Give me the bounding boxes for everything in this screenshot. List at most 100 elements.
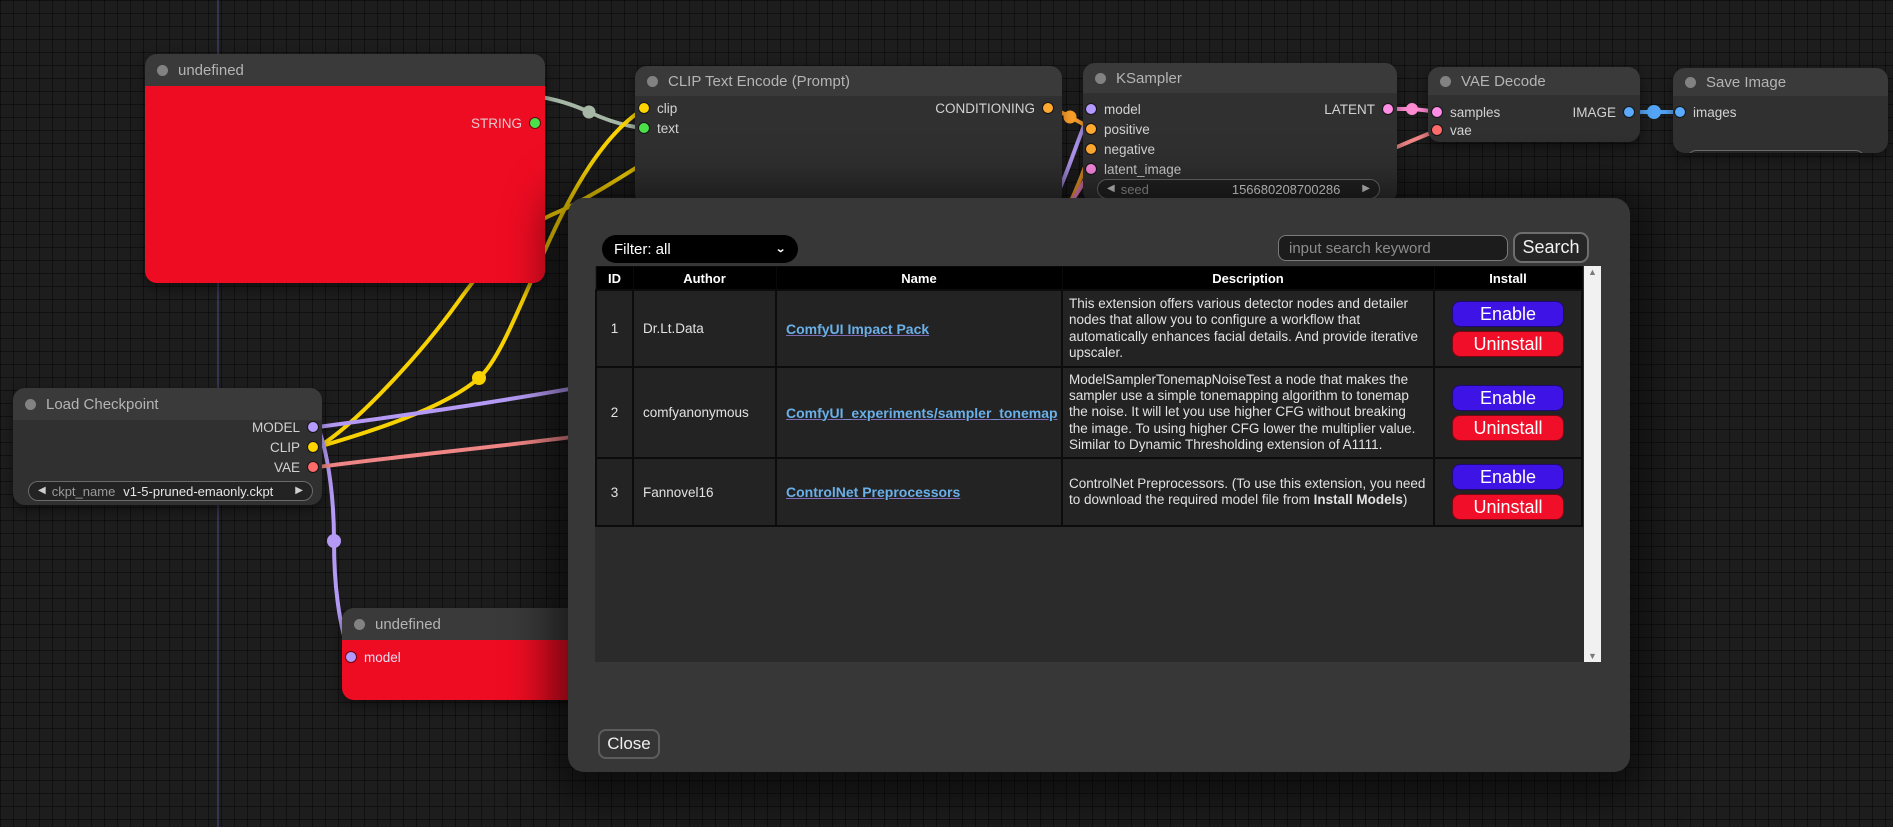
output-dot-clip[interactable] (308, 442, 318, 452)
increment-icon[interactable]: ▶ (1362, 184, 1370, 194)
node-title: KSampler (1116, 70, 1182, 87)
search-input[interactable] (1278, 235, 1508, 261)
input-dot-samples[interactable] (1432, 107, 1442, 117)
extension-link[interactable]: ControlNet Preprocessors (786, 484, 960, 500)
node-undefined-top[interactable]: undefined STRING (145, 54, 545, 283)
node-header[interactable]: undefined (145, 54, 545, 86)
input-dot-latent-image[interactable] (1086, 164, 1096, 174)
output-dot-model[interactable] (308, 422, 318, 432)
output-dot-string[interactable] (530, 118, 540, 128)
filter-select[interactable]: Filter: all ⌄ (602, 235, 798, 263)
decrement-icon[interactable]: ◀ (38, 486, 46, 496)
ckpt-name-widget[interactable]: ◀ ckpt_name v1-5-pruned-emaonly.ckpt ▶ (28, 481, 313, 501)
collapse-dot-icon[interactable] (1685, 77, 1696, 88)
output-label: CLIP (270, 440, 300, 455)
input-label: images (1693, 105, 1737, 120)
node-header[interactable]: Load Checkpoint (13, 388, 322, 420)
node-title: undefined (178, 62, 244, 79)
chevron-down-icon: ⌄ (775, 243, 786, 256)
node-title: CLIP Text Encode (Prompt) (668, 73, 850, 90)
node-vae-decode[interactable]: VAE Decode samples vae IMAGE (1428, 67, 1640, 142)
node-header[interactable]: Save Image (1673, 68, 1888, 96)
input-dot-clip[interactable] (639, 103, 649, 113)
uninstall-button[interactable]: Uninstall (1452, 415, 1564, 441)
col-header-author: Author (633, 267, 776, 291)
reroute-dot-blue[interactable] (1647, 105, 1661, 119)
output-label: CONDITIONING (935, 101, 1035, 116)
input-dot-positive[interactable] (1086, 124, 1096, 134)
node-body: model positive negative latent_image LAT… (1083, 93, 1397, 203)
search-button[interactable]: Search (1513, 232, 1589, 263)
input-dot-model[interactable] (1086, 104, 1096, 114)
node-header[interactable]: VAE Decode (1428, 67, 1640, 95)
widget-label: filename_prefix (1703, 152, 1791, 153)
collapse-dot-icon[interactable] (25, 399, 36, 410)
extension-author: Dr.Lt.Data (633, 290, 776, 367)
table-header-row: ID Author Name Description Install (596, 267, 1582, 291)
node-save-image[interactable]: Save Image images filename_prefix ComfyU… (1673, 68, 1888, 153)
input-label: latent_image (1104, 162, 1181, 177)
extension-install-cell: Enable Uninstall (1434, 367, 1582, 458)
collapse-dot-icon[interactable] (1095, 73, 1106, 84)
reroute-dot-gray[interactable] (583, 106, 596, 119)
input-label: model (364, 650, 401, 665)
collapse-dot-icon[interactable] (1440, 76, 1451, 87)
table-scrollbar[interactable]: ▲ ▼ (1584, 266, 1601, 662)
extension-description: This extension offers various detector n… (1062, 290, 1434, 367)
widget-label: seed (1121, 182, 1149, 197)
uninstall-button[interactable]: Uninstall (1452, 331, 1564, 357)
filename-prefix-widget[interactable]: filename_prefix ComfyUI (1687, 150, 1865, 153)
enable-button[interactable]: Enable (1452, 301, 1564, 327)
output-label: VAE (274, 460, 300, 475)
extension-install-cell: Enable Uninstall (1434, 458, 1582, 526)
extensions-scroll-area[interactable]: ID Author Name Description Install 1Dr.L… (595, 266, 1601, 662)
input-dot-negative[interactable] (1086, 144, 1096, 154)
node-body: samples vae IMAGE (1428, 95, 1640, 142)
collapse-dot-icon[interactable] (354, 619, 365, 630)
reroute-dot-orange[interactable] (1064, 111, 1077, 124)
input-dot-vae[interactable] (1432, 125, 1442, 135)
input-dot-images[interactable] (1675, 107, 1685, 117)
increment-icon[interactable]: ▶ (295, 486, 303, 496)
reroute-dot-yellow[interactable] (472, 371, 486, 385)
enable-button[interactable]: Enable (1452, 464, 1564, 490)
node-canvas[interactable]: undefined STRING CLIP Text Encode (Promp… (0, 0, 1893, 827)
output-dot-image[interactable] (1624, 107, 1634, 117)
extension-link[interactable]: ComfyUI Impact Pack (786, 321, 929, 337)
reroute-dot-pink[interactable] (1406, 103, 1418, 115)
input-label: samples (1450, 105, 1500, 120)
node-header[interactable]: KSampler (1083, 63, 1397, 93)
node-load-checkpoint[interactable]: Load Checkpoint MODEL CLIP VAE ◀ ckpt_na… (13, 388, 322, 505)
decrement-icon[interactable]: ◀ (1107, 184, 1115, 194)
widget-value: v1-5-pruned-emaonly.ckpt (123, 484, 273, 499)
output-dot-vae[interactable] (308, 462, 318, 472)
input-label: vae (1450, 123, 1472, 138)
input-dot-text[interactable] (639, 123, 649, 133)
node-ksampler[interactable]: KSampler model positive negative latent_… (1083, 63, 1397, 203)
input-label: model (1104, 102, 1141, 117)
scroll-up-icon[interactable]: ▲ (1588, 266, 1597, 278)
output-label: STRING (471, 116, 522, 131)
extensions-table-body: 1Dr.Lt.DataComfyUI Impact PackThis exten… (596, 290, 1582, 526)
close-button[interactable]: Close (598, 729, 660, 759)
uninstall-button[interactable]: Uninstall (1452, 494, 1564, 520)
input-label: text (657, 121, 679, 136)
extension-link[interactable]: ComfyUI_experiments/sampler_tonemap (786, 405, 1058, 421)
input-dot-model[interactable] (346, 652, 356, 662)
node-header[interactable]: CLIP Text Encode (Prompt) (635, 66, 1062, 96)
extension-description: ControlNet Preprocessors. (To use this e… (1062, 458, 1434, 526)
output-dot-conditioning[interactable] (1043, 103, 1053, 113)
collapse-dot-icon[interactable] (647, 76, 658, 87)
node-body: clip text CONDITIONING (635, 96, 1062, 206)
extension-row: 3Fannovel16ControlNet PreprocessorsContr… (596, 458, 1582, 526)
node-body: MODEL CLIP VAE ◀ ckpt_name v1-5-pruned-e… (13, 420, 322, 505)
seed-widget[interactable]: ◀ seed 156680208700286 ▶ (1097, 179, 1380, 199)
node-clip-text-encode[interactable]: CLIP Text Encode (Prompt) clip text COND… (635, 66, 1062, 206)
output-dot-latent[interactable] (1383, 104, 1393, 114)
enable-button[interactable]: Enable (1452, 385, 1564, 411)
col-header-description: Description (1062, 267, 1434, 291)
reroute-dot-purple[interactable] (327, 534, 341, 548)
collapse-dot-icon[interactable] (157, 65, 168, 76)
scroll-down-icon[interactable]: ▼ (1588, 650, 1597, 662)
output-label: IMAGE (1572, 105, 1616, 120)
